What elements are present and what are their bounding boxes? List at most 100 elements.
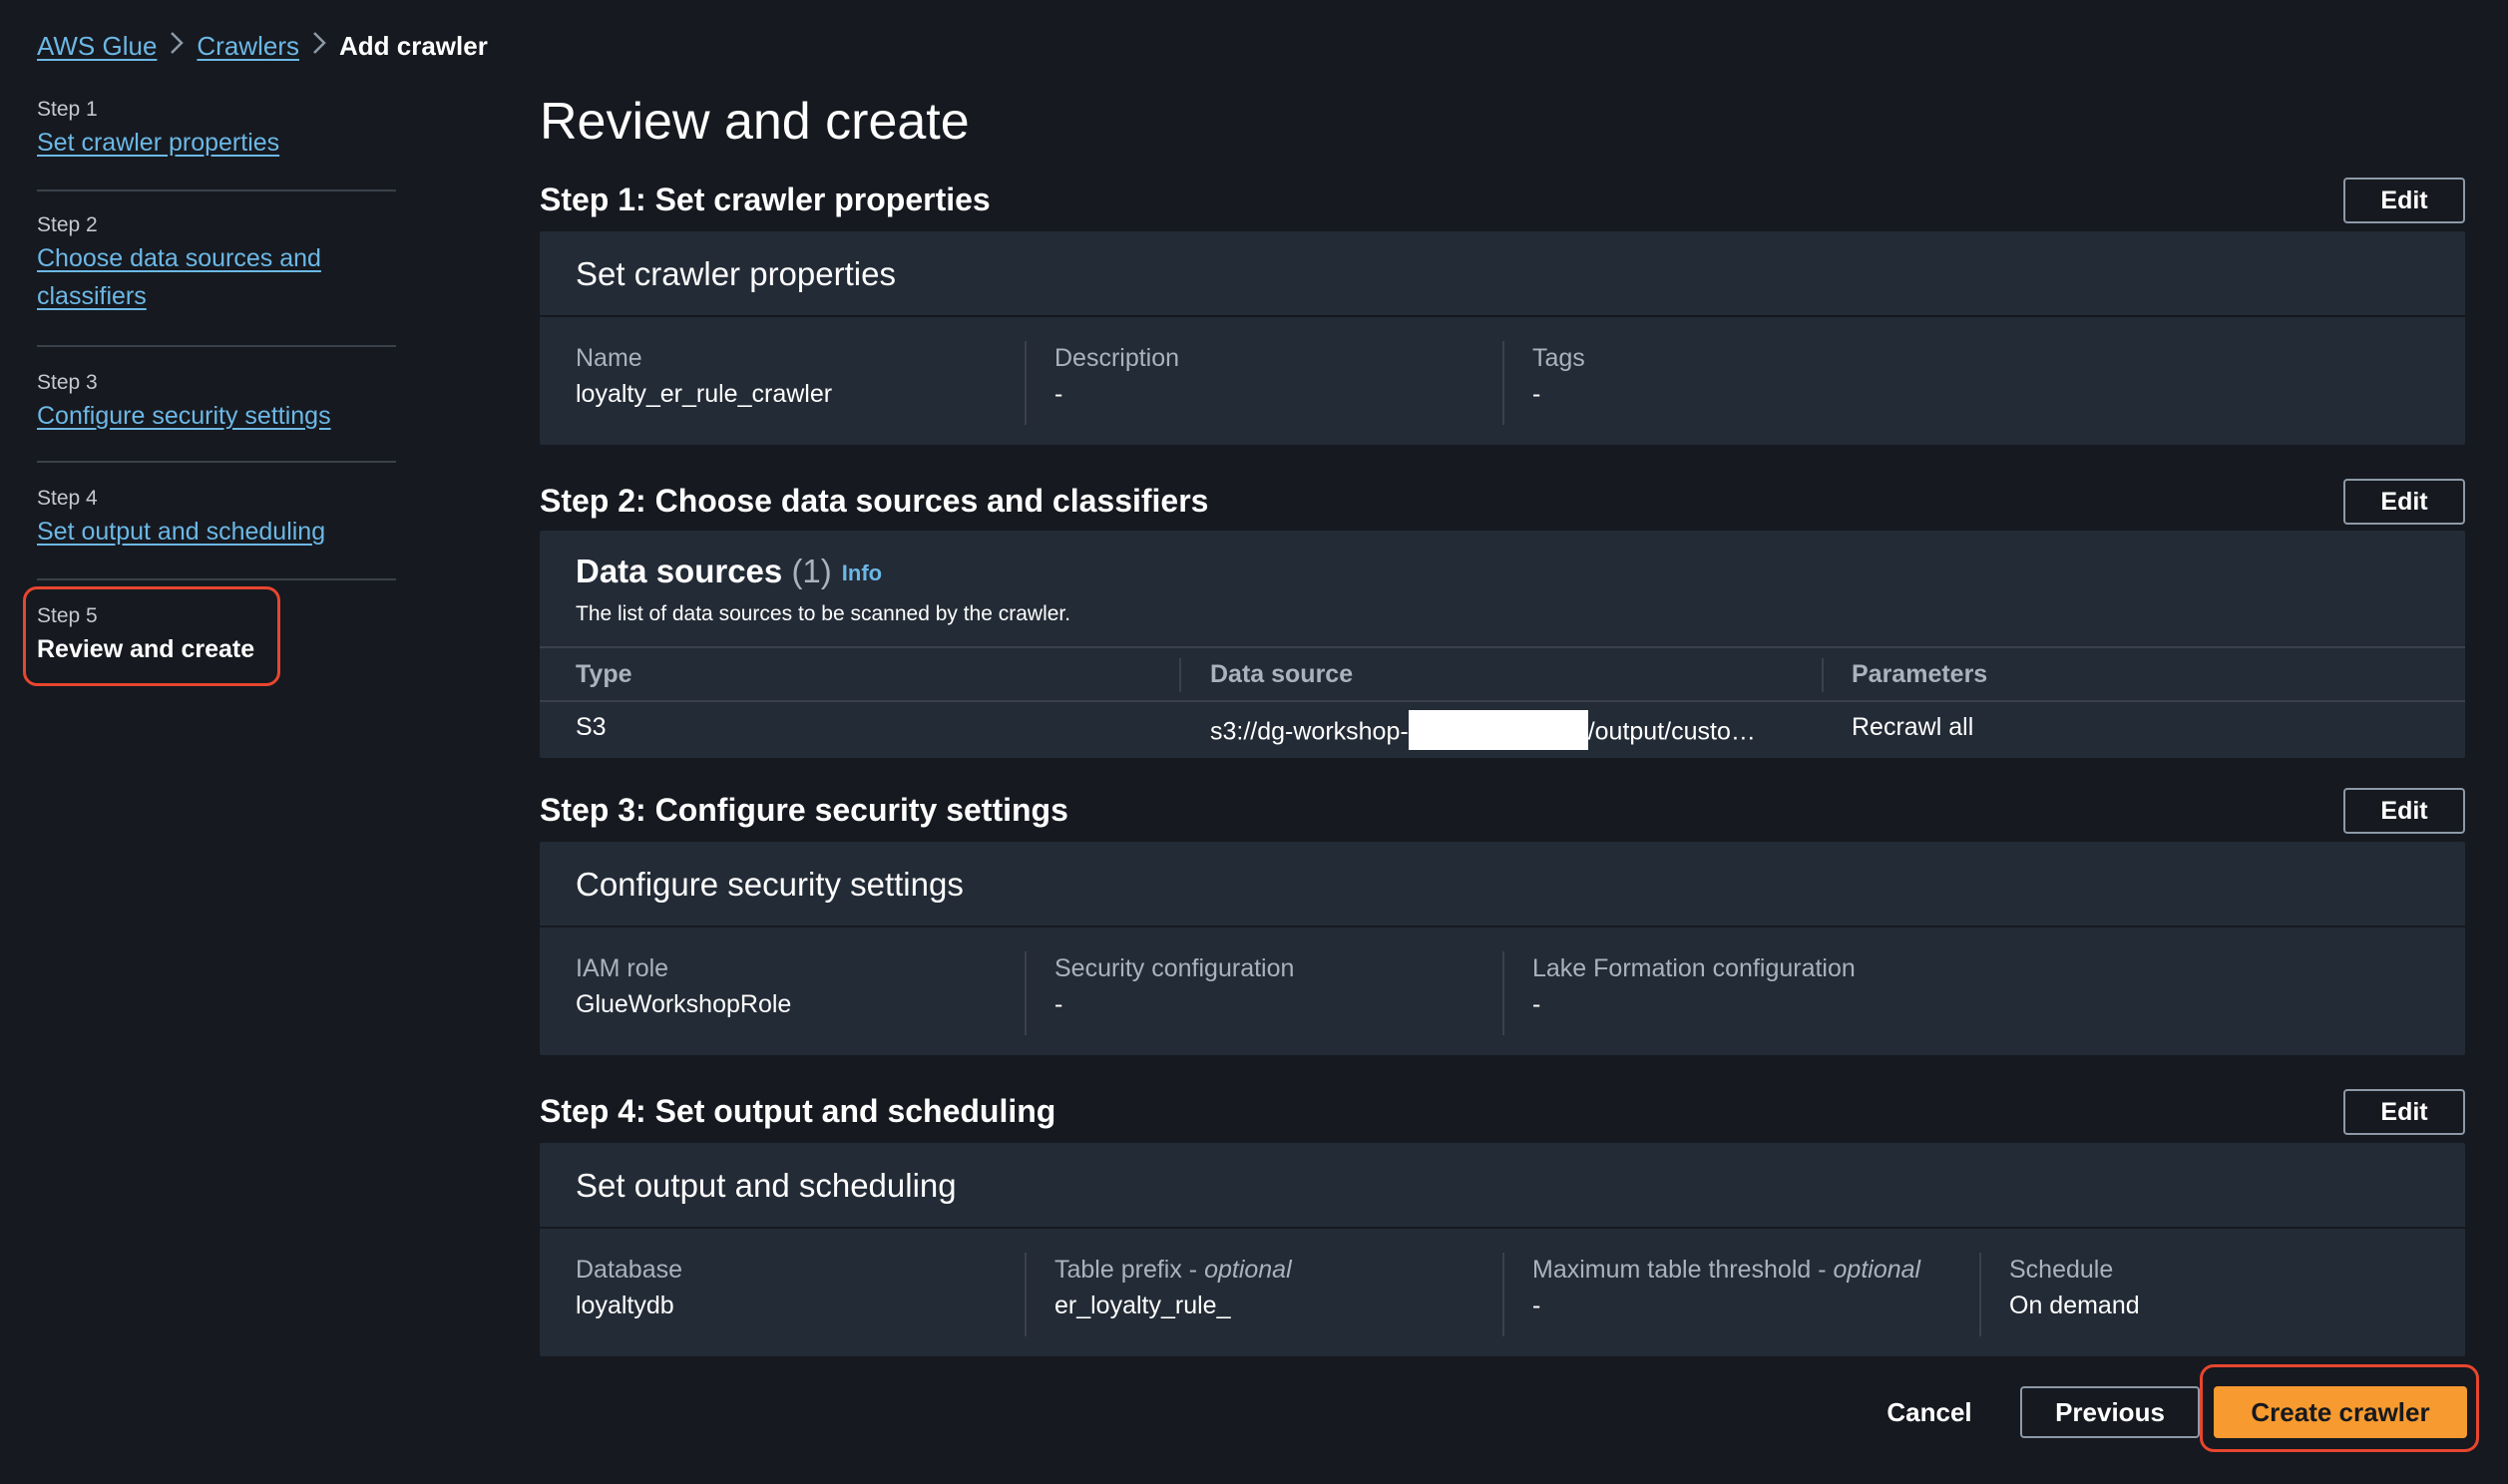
field-database: Database loyaltydb xyxy=(576,1253,1015,1336)
edit-step4-button[interactable]: Edit xyxy=(2343,1089,2465,1135)
breadcrumb: AWS Glue Crawlers Add crawler xyxy=(37,30,488,63)
wizard-step-3: Step 3 Configure security settings xyxy=(37,347,396,461)
field-label: Maximum table threshold - optional xyxy=(1504,1253,1963,1287)
breadcrumb-aws-glue[interactable]: AWS Glue xyxy=(37,31,157,62)
key-value-row: Database loyaltydb Table prefix - option… xyxy=(540,1229,2465,1356)
step-link-data-sources[interactable]: Choose data sources and classifiers xyxy=(37,239,356,315)
step-link-security-settings[interactable]: Configure security settings xyxy=(37,397,396,435)
wizard-steps: Step 1 Set crawler properties Step 2 Cho… xyxy=(23,96,396,686)
chevron-right-icon xyxy=(157,30,197,63)
field-description: Description - xyxy=(1025,341,1485,425)
field-label: Table prefix - optional xyxy=(1027,1253,1485,1287)
field-value: loyaltydb xyxy=(576,1292,674,1319)
field-label: Schedule xyxy=(2009,1256,2114,1284)
card-title: Set output and scheduling xyxy=(576,1167,957,1204)
column-divider xyxy=(1822,658,1824,692)
info-link[interactable]: Info xyxy=(842,560,882,585)
source-suffix: /output/custo… xyxy=(1587,717,1756,746)
section-step4-header: Step 4: Set output and scheduling Edit xyxy=(540,1089,2465,1137)
key-value-row: Name loyalty_er_rule_crawler Description… xyxy=(540,317,2465,445)
field-value: - xyxy=(1532,990,1541,1018)
table-row: S3 s3://dg-workshop- /output/custo… Recra… xyxy=(540,702,2465,756)
wizard-step-2: Step 2 Choose data sources and classifie… xyxy=(37,191,396,345)
field-max-table-threshold: Maximum table threshold - optional - xyxy=(1502,1253,1963,1336)
field-label: Name xyxy=(576,344,642,372)
data-sources-header: Data sources (1) Info The list of data so… xyxy=(540,531,2465,646)
card-header: Configure security settings xyxy=(540,842,2465,928)
column-header-data-source: Data source xyxy=(1210,660,1354,688)
field-table-prefix: Table prefix - optional er_loyalty_rule_ xyxy=(1025,1253,1485,1336)
section-title: Step 1: Set crawler properties xyxy=(540,182,991,217)
wizard-step-5-current: Step 5 Review and create xyxy=(23,580,396,686)
field-lake-formation: Lake Formation configuration - xyxy=(1502,951,1963,1035)
wizard-step-1: Step 1 Set crawler properties xyxy=(37,96,396,189)
field-schedule: Schedule On demand xyxy=(1979,1253,2440,1336)
column-header-type: Type xyxy=(576,660,632,688)
field-value: On demand xyxy=(2009,1292,2140,1319)
column-header-parameters: Parameters xyxy=(1852,660,1988,688)
section-step1-header: Step 1: Set crawler properties Edit xyxy=(540,178,2465,225)
field-security-configuration: Security configuration - xyxy=(1025,951,1485,1035)
section-title: Step 3: Configure security settings xyxy=(540,792,1068,828)
cancel-button[interactable]: Cancel xyxy=(1868,1386,1991,1438)
card-title: Configure security settings xyxy=(576,866,964,903)
field-value: loyalty_er_rule_crawler xyxy=(576,380,833,408)
data-sources-count: (1) xyxy=(791,553,832,589)
key-value-row: IAM role GlueWorkshopRole Security confi… xyxy=(540,928,2465,1055)
cell-data-source: s3://dg-workshop- /output/custo… xyxy=(1210,710,1756,753)
field-value: - xyxy=(1532,1292,1541,1319)
card-header: Set output and scheduling xyxy=(540,1143,2465,1229)
page-title: Review and create xyxy=(540,93,970,151)
field-label: Tags xyxy=(1532,344,1585,372)
section-title: Step 2: Choose data sources and classifi… xyxy=(540,483,1209,519)
field-value: - xyxy=(1054,380,1063,408)
field-value: er_loyalty_rule_ xyxy=(1054,1292,1231,1319)
field-label-text: Maximum table threshold - xyxy=(1532,1256,1834,1284)
create-crawler-button[interactable]: Create crawler xyxy=(2214,1386,2467,1438)
cell-type: S3 xyxy=(576,713,607,741)
chevron-right-icon xyxy=(299,30,339,63)
field-value: - xyxy=(1054,990,1063,1018)
field-value: - xyxy=(1532,380,1541,408)
field-label: Security configuration xyxy=(1054,954,1295,982)
section-title: Step 4: Set output and scheduling xyxy=(540,1093,1056,1129)
step-number: Step 3 xyxy=(37,371,98,394)
data-sources-title-text: Data sources xyxy=(576,553,783,589)
breadcrumb-crawlers[interactable]: Crawlers xyxy=(197,31,299,62)
column-divider xyxy=(1179,658,1181,692)
source-prefix: s3://dg-workshop- xyxy=(1210,717,1409,746)
field-label: Description xyxy=(1054,344,1180,372)
step-link-crawler-properties[interactable]: Set crawler properties xyxy=(37,124,396,162)
field-label: Database xyxy=(576,1256,683,1284)
edit-step1-button[interactable]: Edit xyxy=(2343,178,2465,223)
step-number: Step 2 xyxy=(37,213,98,236)
step-link-output-scheduling[interactable]: Set output and scheduling xyxy=(37,513,396,551)
field-value: GlueWorkshopRole xyxy=(576,990,792,1018)
field-name: Name loyalty_er_rule_crawler xyxy=(576,341,1015,425)
field-label: Lake Formation configuration xyxy=(1532,954,1856,982)
current-step-highlight xyxy=(23,586,280,686)
previous-button[interactable]: Previous xyxy=(2020,1386,2200,1438)
step-number: Step 4 xyxy=(37,487,98,510)
edit-step3-button[interactable]: Edit xyxy=(2343,788,2465,834)
section-step3-header: Step 3: Configure security settings Edit xyxy=(540,788,2465,836)
crawler-properties-card: Set crawler properties Name loyalty_er_r… xyxy=(540,231,2465,445)
optional-marker: optional xyxy=(1204,1256,1292,1284)
field-label-text: Table prefix - xyxy=(1054,1256,1205,1284)
output-scheduling-card: Set output and scheduling Database loyal… xyxy=(540,1143,2465,1356)
data-sources-title: Data sources (1) Info xyxy=(576,553,882,590)
card-title: Set crawler properties xyxy=(576,255,896,292)
step-number: Step 1 xyxy=(37,98,98,121)
wizard-step-4: Step 4 Set output and scheduling xyxy=(37,463,396,578)
data-sources-description: The list of data sources to be scanned b… xyxy=(576,602,1071,625)
cell-parameters: Recrawl all xyxy=(1852,713,1974,741)
breadcrumb-current: Add crawler xyxy=(338,31,488,61)
edit-step2-button[interactable]: Edit xyxy=(2343,479,2465,525)
section-step2-header: Step 2: Choose data sources and classifi… xyxy=(540,479,2465,527)
field-iam-role: IAM role GlueWorkshopRole xyxy=(576,951,1015,1035)
security-settings-card: Configure security settings IAM role Glu… xyxy=(540,842,2465,1055)
redaction-box xyxy=(1408,710,1588,750)
field-label: IAM role xyxy=(576,954,669,982)
table-header: Type Data source Parameters xyxy=(540,646,2465,702)
card-header: Set crawler properties xyxy=(540,231,2465,317)
